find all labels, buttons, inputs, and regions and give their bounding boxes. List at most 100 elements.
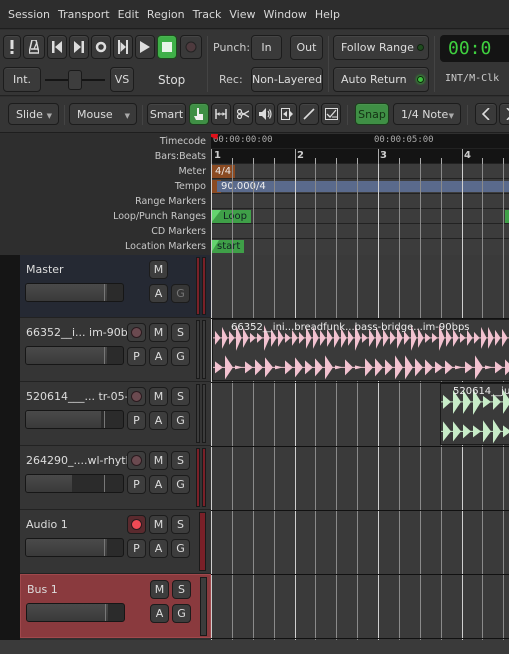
route-group-button[interactable]: G [171, 539, 190, 558]
editor-canvas[interactable]: 66352__ini...breadfunk...bass-bridge...i… [211, 255, 509, 640]
track-header-audio[interactable]: 264290_....wl-rhythm M S P A G [20, 446, 211, 510]
edit-mode-dropdown[interactable]: Slide ▼ [8, 103, 59, 125]
audio-region[interactable]: 520614__ju [440, 383, 509, 445]
tempo-ruler[interactable]: 90.000/4 [211, 179, 509, 194]
automation-button[interactable]: A [149, 284, 168, 303]
smart-mode-button[interactable]: Smart [147, 103, 186, 125]
goto-end-button[interactable] [69, 35, 89, 59]
goto-start-button[interactable] [47, 35, 67, 59]
stop-button[interactable] [157, 35, 177, 59]
timecode-ruler[interactable]: 00:00:00:00 00:00:05:00 [211, 134, 509, 149]
follow-range-button[interactable]: Follow Range [333, 35, 429, 60]
range-tool-button[interactable] [211, 103, 231, 125]
panic-button[interactable] [3, 35, 21, 59]
route-group-button[interactable]: G [171, 347, 190, 366]
menu-region[interactable]: Region [143, 8, 189, 21]
play-button[interactable] [135, 35, 155, 59]
loop-range-marker[interactable]: Loop [211, 210, 251, 223]
gain-fader[interactable] [25, 474, 124, 493]
loop-button[interactable] [91, 35, 111, 59]
rec-arm-button[interactable] [127, 387, 146, 406]
vs-button[interactable]: VS [110, 67, 134, 92]
gain-fader[interactable] [26, 603, 125, 622]
grab-tool-button[interactable] [189, 103, 209, 125]
ruler-label-meter[interactable]: Meter [178, 166, 206, 177]
solo-button[interactable]: S [171, 387, 190, 406]
meter-ruler[interactable]: 4/4 [211, 164, 509, 179]
route-group-button[interactable]: G [171, 411, 190, 430]
record-button[interactable] [180, 35, 202, 59]
ripple-mode-dropdown[interactable]: Mouse ▼ [69, 103, 137, 125]
cd-markers-ruler[interactable] [211, 224, 509, 239]
menu-window[interactable]: Window [260, 8, 311, 21]
gain-fader[interactable] [25, 283, 124, 302]
cut-tool-button[interactable] [233, 103, 253, 125]
menu-edit[interactable]: Edit [114, 8, 143, 21]
audition-tool-button[interactable] [255, 103, 275, 125]
automation-button[interactable]: A [150, 604, 169, 623]
tempo-marker[interactable]: 90.000/4 [213, 180, 266, 193]
playlist-button[interactable]: P [127, 411, 146, 430]
rec-mode-button[interactable]: Non-Layered [251, 67, 323, 92]
ruler-label-bars-beats[interactable]: Bars:Beats [155, 151, 206, 162]
route-group-button[interactable]: G [171, 284, 190, 303]
range-markers-ruler[interactable] [211, 194, 509, 209]
bars-beats-ruler[interactable]: 1 2 3 4 [211, 149, 509, 164]
playlist-button[interactable]: P [127, 347, 146, 366]
automation-button[interactable]: A [149, 347, 168, 366]
draw-tool-button[interactable] [299, 103, 319, 125]
route-group-button[interactable]: G [172, 604, 191, 623]
solo-button[interactable]: S [171, 515, 190, 534]
mute-button[interactable]: M [149, 515, 168, 534]
audio-region[interactable]: 66352__ini...breadfunk...bass-bridge...i… [212, 319, 509, 381]
playlist-button[interactable]: P [127, 475, 146, 494]
play-range-button[interactable] [113, 35, 133, 59]
track-header-master[interactable]: Master M A G [20, 255, 211, 318]
start-location-marker[interactable]: start [211, 240, 244, 253]
automation-button[interactable]: A [149, 539, 168, 558]
meter-marker[interactable]: 4/4 [211, 165, 235, 178]
track-name[interactable]: Master [26, 263, 64, 276]
group-tabs-strip[interactable] [0, 255, 20, 640]
mute-button[interactable]: M [149, 451, 168, 470]
route-group-button[interactable]: G [171, 475, 190, 494]
rec-arm-button[interactable] [127, 515, 146, 534]
track-name[interactable]: 66352__i... im-90bps [26, 326, 140, 339]
playlist-button[interactable]: P [127, 539, 146, 558]
solo-button[interactable]: S [171, 451, 190, 470]
ruler-label-timecode[interactable]: Timecode [160, 136, 206, 147]
nudge-backward-button[interactable] [475, 103, 497, 125]
rec-arm-button[interactable] [127, 323, 146, 342]
nudge-forward-button[interactable] [499, 103, 509, 125]
mute-button[interactable]: M [149, 260, 168, 279]
loop-punch-ruler[interactable]: Loop [211, 209, 509, 224]
int-button[interactable]: Int. [3, 67, 41, 92]
stretch-tool-button[interactable] [277, 103, 297, 125]
track-name[interactable]: Audio 1 [26, 518, 68, 531]
rec-arm-button[interactable] [127, 451, 146, 470]
menu-transport[interactable]: Transport [54, 8, 114, 21]
auto-return-button[interactable]: Auto Return [333, 67, 429, 92]
gain-fader[interactable] [25, 346, 124, 365]
menu-view[interactable]: View [225, 8, 259, 21]
ruler-label-tempo[interactable]: Tempo [175, 181, 206, 192]
mute-button[interactable]: M [149, 323, 168, 342]
snap-button[interactable]: Snap [355, 103, 389, 125]
track-header-audio[interactable]: 520614___... tr-05-riff M S P A G [20, 382, 211, 446]
location-markers-ruler[interactable]: start [211, 239, 509, 254]
mute-button[interactable]: M [150, 580, 169, 599]
shuttle-knob[interactable] [68, 70, 82, 90]
solo-button[interactable]: S [171, 323, 190, 342]
mute-button[interactable]: M [149, 387, 168, 406]
ruler-label-location-markers[interactable]: Location Markers [125, 241, 206, 252]
gain-fader[interactable] [25, 410, 124, 429]
menu-track[interactable]: Track [189, 8, 226, 21]
punch-in-button[interactable]: In [251, 35, 282, 60]
track-name[interactable]: 264290_....wl-rhythm [26, 454, 143, 467]
track-header-bus[interactable]: Bus 1 MSAG [20, 574, 211, 638]
primary-clock[interactable]: 00:0 [440, 35, 509, 62]
metronome-button[interactable] [23, 35, 45, 59]
grid-type-dropdown[interactable]: 1/4 Note ▼ [393, 103, 461, 125]
track-header-audio[interactable]: 66352__i... im-90bps M S P A G [20, 318, 211, 382]
menu-help[interactable]: Help [311, 8, 344, 21]
